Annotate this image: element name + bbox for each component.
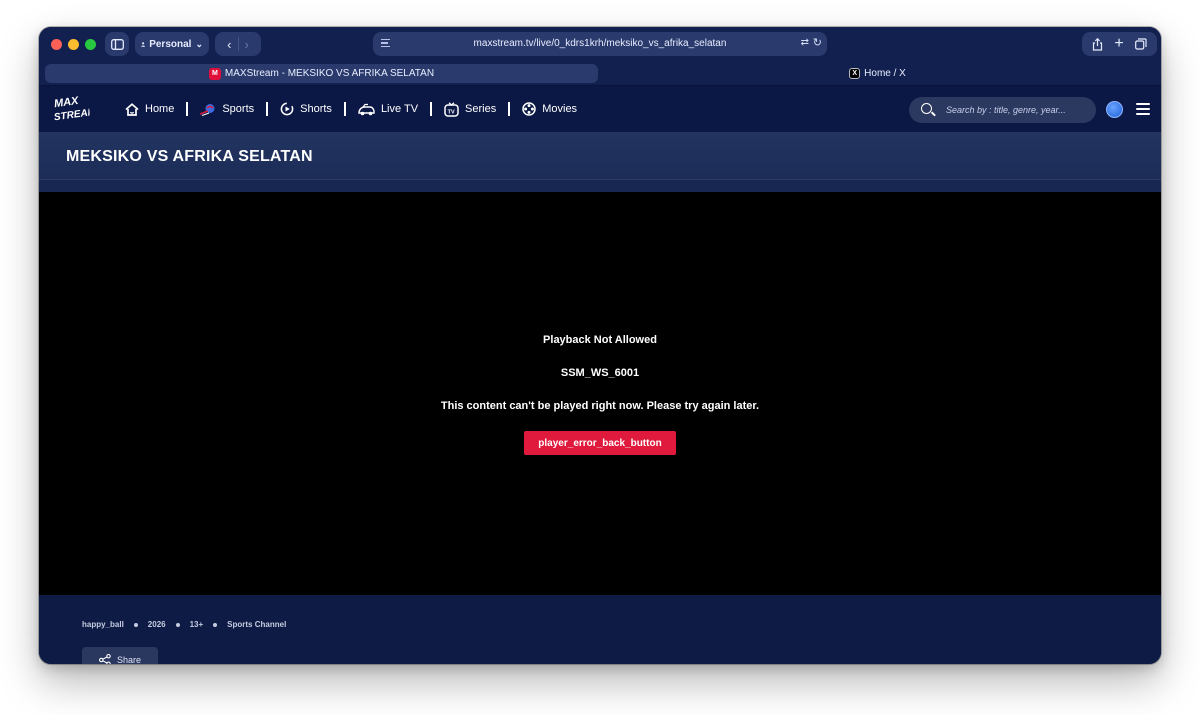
meta-year: 2026 — [147, 620, 166, 629]
reload-icon[interactable]: ↻ — [813, 36, 822, 49]
nav-series[interactable]: TV Series — [444, 101, 497, 117]
tab-maxstream[interactable]: M MAXStream - MEKSIKO VS AFRIKA SELATAN — [45, 64, 598, 83]
nav-label: Shorts — [300, 103, 332, 115]
title-spacer — [39, 180, 1161, 192]
error-code: SSM_WS_6001 — [560, 367, 640, 379]
sidebar-icon — [110, 38, 124, 50]
tab-title: Home / X — [864, 68, 906, 79]
tab-bar: M MAXStream - MEKSIKO VS AFRIKA SELATAN … — [39, 62, 1161, 86]
nav-label: Live TV — [380, 103, 419, 115]
shorts-icon — [280, 102, 294, 116]
sidebar-toggle-button[interactable] — [105, 32, 129, 56]
nav-home[interactable]: Home — [125, 102, 175, 116]
zoom-window-button[interactable] — [85, 39, 96, 50]
divider — [237, 37, 239, 51]
tab-x-home[interactable]: X Home / X — [600, 64, 1155, 83]
nav-divider — [343, 102, 346, 116]
nav-live-tv[interactable]: Live TV — [358, 103, 418, 116]
content-info: happy_ball 2026 13+ Sports Channel Share — [39, 595, 1161, 664]
avatar[interactable] — [1106, 101, 1123, 118]
maxstream-favicon-icon: M — [208, 67, 221, 80]
search-icon — [921, 103, 932, 114]
tab-title: MAXStream - MEKSIKO VS AFRIKA SELATAN — [224, 68, 435, 79]
share-label: Share — [116, 655, 142, 664]
logo-mark: MAX STREAM — [53, 95, 97, 124]
page-title: MEKSIKO VS AFRIKA SELATAN — [66, 148, 313, 165]
nav-divider — [430, 102, 433, 116]
series-icon: TV — [444, 101, 459, 117]
profile-button[interactable]: Personal ⌄ — [135, 32, 209, 56]
maxstream-logo[interactable]: MAX STREAM — [51, 92, 97, 127]
translate-icon[interactable]: ⇄ — [801, 37, 809, 48]
history-nav-group: ‹ › — [215, 32, 261, 56]
chevron-down-icon: ⌄ — [195, 38, 203, 49]
svg-text:MAX: MAX — [53, 95, 80, 110]
url-text: maxstream.tv/live/0_kdrs1krh/meksiko_vs_… — [473, 38, 727, 49]
nav-label: Movies — [542, 103, 578, 115]
close-window-button[interactable] — [51, 39, 62, 50]
meta-category: Sports Channel — [227, 620, 287, 629]
search-placeholder: Search by : title, genre, year... — [946, 105, 1066, 115]
svg-text:TV: TV — [448, 109, 455, 115]
share-nodes-icon — [99, 654, 111, 664]
new-tab-icon[interactable]: + — [1114, 36, 1123, 52]
content-meta: happy_ball 2026 13+ Sports Channel — [82, 620, 286, 629]
x-favicon-icon: X — [849, 68, 861, 79]
hamburger-menu-icon[interactable] — [1136, 103, 1150, 118]
nav-divider — [266, 102, 269, 116]
nav-sports[interactable]: Sports — [200, 103, 254, 116]
meta-dot — [133, 622, 138, 627]
browser-window: Personal ⌄ ‹ › maxstream.tv/live/0_kdrs1… — [39, 27, 1161, 664]
site-navbar: MAX STREAM Home Sports Shorts Live TV TV… — [39, 86, 1161, 132]
home-icon — [125, 102, 139, 116]
search-input[interactable]: Search by : title, genre, year... — [909, 97, 1096, 123]
tab-overview-icon[interactable] — [1135, 38, 1147, 50]
meta-dot — [213, 622, 218, 627]
meta-rating: 13+ — [189, 620, 204, 629]
main-nav: Home Sports Shorts Live TV TV Series Mov… — [125, 86, 577, 132]
nav-divider — [186, 102, 189, 116]
player-error-back-button[interactable]: player_error_back_button — [524, 431, 676, 455]
error-title: Playback Not Allowed — [543, 334, 657, 346]
video-player[interactable]: Playback Not Allowed SSM_WS_6001 This co… — [39, 192, 1161, 595]
share-button[interactable]: Share — [82, 647, 158, 664]
nav-label: Sports — [222, 103, 255, 115]
share-icon[interactable] — [1092, 37, 1103, 51]
minimize-window-button[interactable] — [68, 39, 79, 50]
nav-shorts[interactable]: Shorts — [280, 102, 332, 116]
meta-dot — [175, 622, 180, 627]
browser-toolbar: Personal ⌄ ‹ › maxstream.tv/live/0_kdrs1… — [39, 27, 1161, 62]
meta-channel-name: happy_ball — [82, 620, 124, 629]
address-bar[interactable]: maxstream.tv/live/0_kdrs1krh/meksiko_vs_… — [373, 32, 827, 56]
person-icon — [141, 41, 146, 47]
error-message: This content can't be played right now. … — [440, 400, 760, 412]
nav-label: Home — [145, 103, 175, 115]
back-button[interactable]: ‹ — [227, 38, 231, 51]
toolbar-actions: + — [1082, 32, 1157, 56]
nav-label: Series — [465, 103, 497, 115]
nav-divider — [508, 102, 511, 116]
nav-movies[interactable]: Movies — [522, 102, 577, 116]
title-band: MEKSIKO VS AFRIKA SELATAN — [39, 132, 1161, 180]
profile-label: Personal — [149, 38, 192, 50]
live-tv-icon — [358, 103, 375, 115]
movies-icon — [522, 102, 536, 116]
sports-icon — [200, 103, 215, 116]
forward-button[interactable]: › — [245, 38, 249, 51]
